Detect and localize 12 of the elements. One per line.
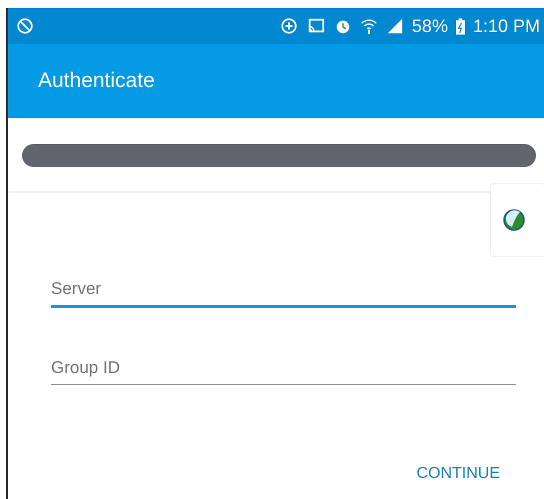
wifi-icon xyxy=(360,17,378,35)
signal-icon xyxy=(386,17,404,35)
text-field[interactable]: Server xyxy=(51,275,516,308)
text-field[interactable]: Group ID xyxy=(51,354,516,385)
add-circle-icon xyxy=(280,17,298,35)
app-bar-title: Authenticate xyxy=(38,69,155,93)
clock-time: 1:10 PM xyxy=(472,16,540,36)
cast-icon xyxy=(306,17,326,35)
battery-charging-icon xyxy=(456,18,465,34)
sphere-logo-icon xyxy=(502,208,526,232)
blocked-icon xyxy=(16,17,34,35)
battery-percent: 58% xyxy=(412,16,448,36)
